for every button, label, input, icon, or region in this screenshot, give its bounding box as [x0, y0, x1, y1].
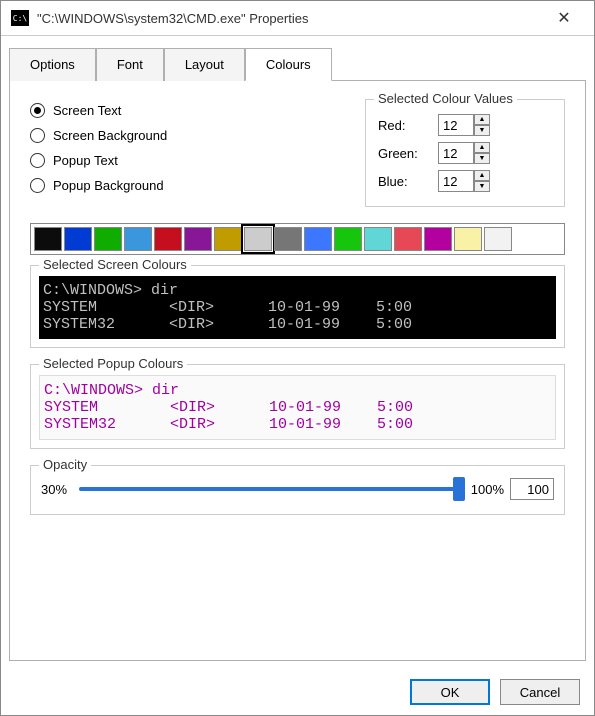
opacity-max-label: 100%: [471, 482, 504, 497]
tab-colours[interactable]: Colours: [245, 48, 332, 81]
screen-preview-group: Selected Screen Colours C:\WINDOWS> dir …: [30, 265, 565, 348]
radio-icon: [30, 153, 45, 168]
green-up[interactable]: ▲: [474, 142, 490, 153]
tab-layout[interactable]: Layout: [164, 48, 245, 81]
radio-label: Popup Background: [53, 178, 164, 193]
opacity-legend: Opacity: [39, 457, 91, 472]
blue-label: Blue:: [378, 174, 438, 189]
radio-icon: [30, 128, 45, 143]
close-button[interactable]: ✕: [544, 1, 584, 36]
colour-swatch-1[interactable]: [64, 227, 92, 251]
colour-swatch-4[interactable]: [154, 227, 182, 251]
blue-spinner[interactable]: ▲ ▼: [438, 170, 490, 192]
colour-swatch-0[interactable]: [34, 227, 62, 251]
radio-popup-text[interactable]: Popup Text: [30, 153, 345, 168]
titlebar: C:\ "C:\WINDOWS\system32\CMD.exe" Proper…: [1, 1, 594, 36]
cmd-icon: C:\: [11, 10, 29, 26]
opacity-input[interactable]: [510, 478, 554, 500]
green-down[interactable]: ▼: [474, 153, 490, 164]
colour-swatch-15[interactable]: [484, 227, 512, 251]
blue-input[interactable]: [438, 170, 474, 192]
colour-swatch-12[interactable]: [394, 227, 422, 251]
tab-font[interactable]: Font: [96, 48, 164, 81]
colour-swatch-11[interactable]: [364, 227, 392, 251]
red-up[interactable]: ▲: [474, 114, 490, 125]
blue-up[interactable]: ▲: [474, 170, 490, 181]
red-label: Red:: [378, 118, 438, 133]
red-spinner[interactable]: ▲ ▼: [438, 114, 490, 136]
radio-icon: [30, 178, 45, 193]
opacity-slider[interactable]: [79, 487, 459, 491]
ok-button[interactable]: OK: [410, 679, 490, 705]
colours-panel: Screen Text Screen Background Popup Text…: [9, 81, 586, 661]
cancel-button[interactable]: Cancel: [500, 679, 580, 705]
blue-down[interactable]: ▼: [474, 181, 490, 192]
tab-strip: Options Font Layout Colours: [9, 48, 586, 81]
colour-swatch-3[interactable]: [124, 227, 152, 251]
radio-label: Screen Background: [53, 128, 167, 143]
popup-preview-group: Selected Popup Colours C:\WINDOWS> dir S…: [30, 364, 565, 449]
colour-swatch-6[interactable]: [214, 227, 242, 251]
radio-screen-background[interactable]: Screen Background: [30, 128, 345, 143]
colour-swatch-7[interactable]: [244, 227, 272, 251]
radio-screen-text[interactable]: Screen Text: [30, 103, 345, 118]
colour-swatches: [30, 223, 565, 255]
popup-preview: C:\WINDOWS> dir SYSTEM <DIR> 10-01-99 5:…: [39, 375, 556, 440]
colour-swatch-2[interactable]: [94, 227, 122, 251]
opacity-group: Opacity 30% 100%: [30, 465, 565, 515]
radio-label: Popup Text: [53, 153, 118, 168]
dialog-content: Options Font Layout Colours Screen Text …: [1, 36, 594, 669]
colour-swatch-5[interactable]: [184, 227, 212, 251]
dialog-buttons: OK Cancel: [1, 669, 594, 715]
colour-values-legend: Selected Colour Values: [374, 91, 517, 106]
screen-preview: C:\WINDOWS> dir SYSTEM <DIR> 10-01-99 5:…: [39, 276, 556, 339]
colour-swatch-8[interactable]: [274, 227, 302, 251]
popup-preview-legend: Selected Popup Colours: [39, 356, 187, 371]
tab-options[interactable]: Options: [9, 48, 96, 81]
red-input[interactable]: [438, 114, 474, 136]
red-down[interactable]: ▼: [474, 125, 490, 136]
colour-swatch-14[interactable]: [454, 227, 482, 251]
window-title: "C:\WINDOWS\system32\CMD.exe" Properties: [37, 11, 544, 26]
screen-preview-legend: Selected Screen Colours: [39, 257, 191, 272]
colour-swatch-10[interactable]: [334, 227, 362, 251]
colour-values-group: Selected Colour Values Red: ▲ ▼ Green:: [365, 99, 565, 207]
target-radio-group: Screen Text Screen Background Popup Text…: [30, 99, 345, 207]
radio-icon: [30, 103, 45, 118]
properties-dialog: C:\ "C:\WINDOWS\system32\CMD.exe" Proper…: [0, 0, 595, 716]
green-label: Green:: [378, 146, 438, 161]
green-spinner[interactable]: ▲ ▼: [438, 142, 490, 164]
radio-label: Screen Text: [53, 103, 121, 118]
green-input[interactable]: [438, 142, 474, 164]
opacity-thumb[interactable]: [453, 477, 465, 501]
radio-popup-background[interactable]: Popup Background: [30, 178, 345, 193]
opacity-min-label: 30%: [41, 482, 67, 497]
colour-swatch-13[interactable]: [424, 227, 452, 251]
colour-swatch-9[interactable]: [304, 227, 332, 251]
